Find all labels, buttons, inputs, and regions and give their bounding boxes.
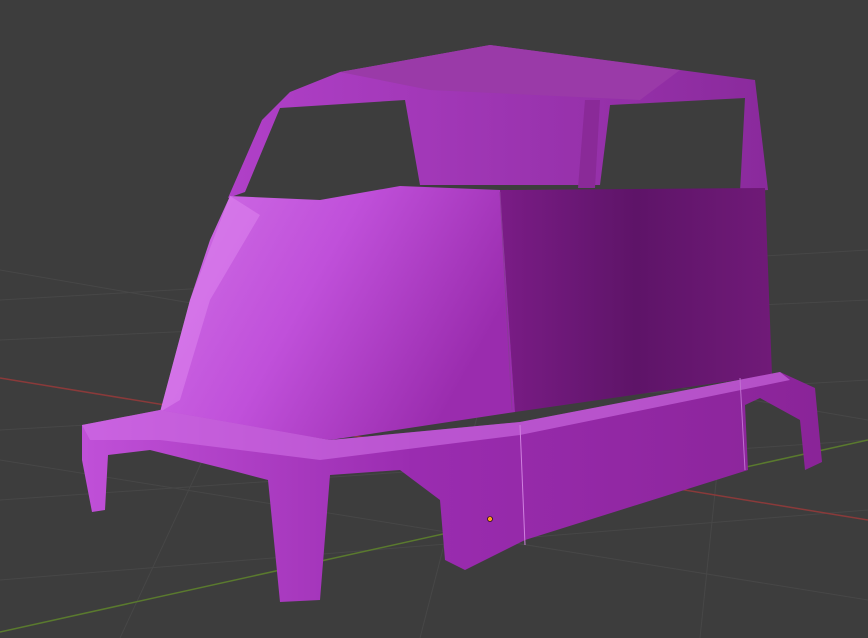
viewport-canvas[interactable]: [0, 0, 868, 638]
car-body-model[interactable]: [82, 45, 822, 602]
side-body-panel: [500, 188, 772, 412]
front-body-panel: [160, 186, 515, 440]
origin-point-marker[interactable]: [487, 516, 493, 522]
3d-viewport[interactable]: [0, 0, 868, 638]
